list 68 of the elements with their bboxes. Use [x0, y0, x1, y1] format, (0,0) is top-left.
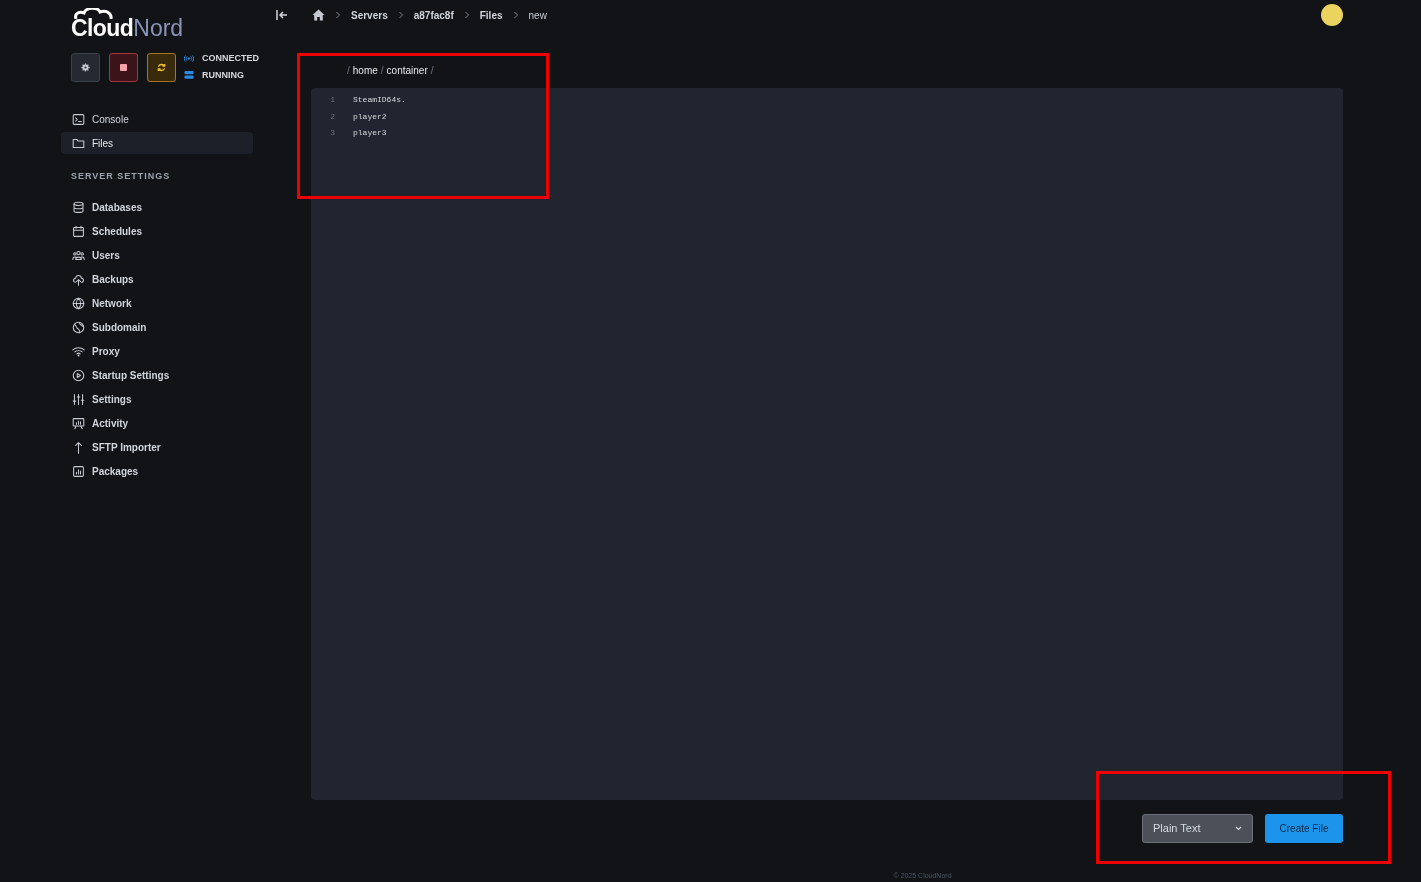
globe-icon [72, 297, 85, 310]
path-separator: / [380, 64, 384, 78]
logo-text: Cloud [71, 17, 134, 40]
calendar-icon [72, 225, 85, 238]
status-label: RUNNING [202, 68, 244, 82]
cloud-upload-icon [72, 273, 85, 286]
code-editor[interactable]: 1 SteamID64s. 2 player2 3 player3 [311, 88, 1343, 800]
breadcrumb-link[interactable]: Servers [351, 7, 388, 23]
sidebar-item[interactable]: Console [61, 108, 253, 130]
file-type-dropdown[interactable]: Plain Text [1142, 814, 1253, 843]
sidebar-item[interactable]: Packages [61, 460, 253, 483]
sidebar-item[interactable]: SFTP Importer [61, 436, 253, 459]
sidebar-item[interactable]: Databases [61, 196, 253, 219]
sidebar-item[interactable]: Users [61, 244, 253, 267]
settings-button[interactable] [71, 52, 100, 82]
folder-icon [72, 136, 85, 150]
line-number: 2 [329, 110, 335, 123]
path-separator: / [430, 64, 434, 78]
chevron-icon [463, 11, 470, 19]
create-file-button[interactable]: Create File [1265, 814, 1343, 843]
sidebar-item[interactable]: Network [61, 292, 253, 315]
breadcrumb-current: new [528, 8, 547, 23]
breadcrumb-link[interactable]: a87fac8f [413, 7, 454, 23]
cloud-icon [74, 8, 114, 19]
database-icon [72, 201, 85, 214]
chart-icon [72, 465, 85, 478]
sidebar-item[interactable]: Subdomain [61, 316, 253, 339]
stop-icon [120, 63, 127, 71]
arrow-up-icon [72, 441, 85, 454]
chevron-icon [512, 11, 519, 19]
collapse-sidebar-icon[interactable] [276, 9, 288, 21]
section-heading: SERVER SETTINGS [70, 170, 172, 183]
sidebar-item[interactable]: Schedules [61, 220, 253, 243]
sidebar-item[interactable]: Activity [61, 412, 253, 435]
chevron-down-icon [1235, 826, 1242, 831]
line-number: 1 [329, 94, 335, 107]
line-number: 3 [329, 127, 335, 140]
chevron-icon [335, 11, 341, 19]
home-icon[interactable] [312, 9, 325, 21]
logo-text: Nord [133, 17, 184, 40]
path-link[interactable]: home [352, 63, 378, 78]
sidebar-item[interactable]: Proxy [61, 340, 253, 363]
settings-icon [81, 62, 90, 72]
path-separator: / [347, 64, 350, 78]
presentation-icon [72, 417, 85, 430]
play-icon [72, 369, 85, 382]
breadcrumb-link[interactable]: Files [479, 7, 503, 23]
terminal-icon [72, 112, 85, 126]
sidebar-item[interactable]: Startup Settings [61, 364, 253, 387]
chevron-icon [397, 11, 404, 19]
users-icon [72, 249, 85, 262]
globe-icon [72, 321, 85, 334]
wifi-icon [72, 345, 85, 358]
status-label: CONNECTED [202, 52, 259, 65]
code-line: SteamID64s. [353, 94, 406, 107]
sidebar-item[interactable]: Backups [61, 268, 253, 291]
avatar[interactable] [1321, 4, 1343, 26]
restart-button[interactable] [147, 52, 176, 82]
code-line: player3 [353, 127, 387, 140]
path-link[interactable]: container [386, 63, 428, 78]
refresh-icon [157, 62, 166, 72]
sidebar-item[interactable]: Files [61, 132, 253, 154]
sidebar-item[interactable]: Settings [61, 388, 253, 411]
stop-button[interactable] [109, 52, 138, 82]
server-icon [184, 71, 194, 80]
sliders-icon [72, 393, 85, 406]
code-line: player2 [353, 110, 387, 123]
signal-icon [184, 55, 194, 63]
